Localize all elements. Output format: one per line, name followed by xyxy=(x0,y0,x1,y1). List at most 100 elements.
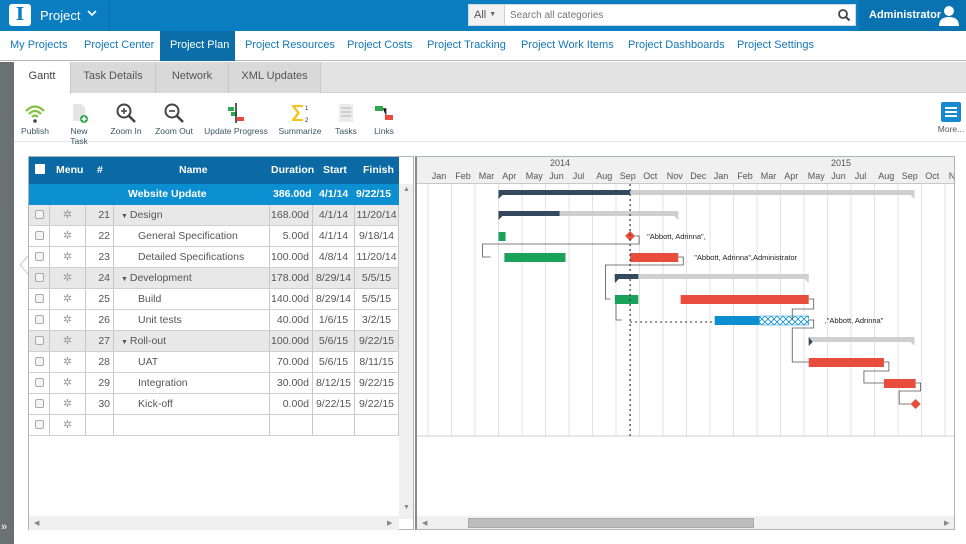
task-duration[interactable]: 100.00d xyxy=(270,331,313,351)
app-logo[interactable]: I xyxy=(9,4,31,26)
development-summary-bar-progress[interactable] xyxy=(614,274,639,279)
task-row[interactable]: ✲ 23 Detailed Specifications 100.00d 4/8/14 1… xyxy=(29,247,399,268)
task-start[interactable]: 5/6/15 xyxy=(313,331,355,351)
task-row[interactable]: ✲ 25 Build 140.00d 8/29/14 5/5/15 xyxy=(29,289,399,310)
tab-xml-updates[interactable]: XML Updates xyxy=(229,62,321,93)
collapse-toggle-icon[interactable]: ▼ xyxy=(121,276,130,283)
task-name[interactable]: ▼ Development xyxy=(114,268,270,288)
gear-icon[interactable]: ✲ xyxy=(50,226,86,246)
task-name[interactable]: ▼ Design xyxy=(114,205,270,225)
task-finish[interactable]: 11/20/14 xyxy=(355,205,399,225)
update-progress-button[interactable]: Update Progress xyxy=(204,102,268,136)
gear-icon[interactable]: ✲ xyxy=(50,352,86,372)
nav-project-work-items[interactable]: Project Work Items xyxy=(511,31,624,61)
gantt-horizontal-scrollbar[interactable]: ◀ ▶ xyxy=(417,516,954,529)
task-row[interactable]: ✲ 30 Kick-off 0.00d 9/22/15 9/22/15 xyxy=(29,394,399,415)
col-name-header[interactable]: Name xyxy=(179,164,208,176)
task-name[interactable]: Integration xyxy=(114,373,270,393)
task-start[interactable]: 5/6/15 xyxy=(313,352,355,372)
task-finish[interactable]: 8/11/15 xyxy=(355,352,399,372)
summarize-button[interactable]: 12 Summarize xyxy=(278,102,322,136)
task-duration[interactable]: 178.00d xyxy=(270,268,313,288)
task-row[interactable]: ✲ 29 Integration 30.00d 8/12/15 9/22/15 xyxy=(29,373,399,394)
app-title[interactable]: Project xyxy=(40,8,80,23)
task-name[interactable]: UAT xyxy=(114,352,270,372)
task-row[interactable]: ✲ 27 ▼ Roll-out 100.00d 5/6/15 9/22/15 xyxy=(29,331,399,352)
milestone-kickoff[interactable] xyxy=(910,399,921,409)
publish-button[interactable]: Publish xyxy=(20,102,50,136)
search-scope-select[interactable]: All ▼ xyxy=(469,5,505,25)
zoom-out-button[interactable]: Zoom Out xyxy=(154,102,194,136)
col-finish-header[interactable]: Finish xyxy=(363,164,394,176)
task-row[interactable]: ✲ 21 ▼ Design 168.00d 4/1/14 11/20/14 xyxy=(29,205,399,226)
task-row[interactable]: ✲ 22 General Specification 5.00d 4/1/14 9/18/… xyxy=(29,226,399,247)
task-name[interactable]: Detailed Specifications xyxy=(114,247,270,267)
nav-project-resources[interactable]: Project Resources xyxy=(235,31,345,61)
project-summary-row[interactable]: Website Update 386.00d 4/1/14 9/22/15 xyxy=(29,184,399,205)
task-row[interactable]: ✲ xyxy=(29,415,399,436)
more-button[interactable]: More... xyxy=(936,102,966,134)
scroll-up-icon[interactable]: ▲ xyxy=(403,186,410,193)
tab-network[interactable]: Network xyxy=(156,62,229,93)
tab-gantt[interactable]: Gantt xyxy=(14,62,71,94)
chevron-down-icon[interactable] xyxy=(86,7,98,22)
new-task-button[interactable]: New Task xyxy=(61,102,97,146)
grid-horizontal-scrollbar[interactable]: ◀ ▶ xyxy=(29,516,399,530)
task-bar-build[interactable] xyxy=(680,295,809,304)
task-finish[interactable] xyxy=(355,415,399,435)
gear-icon[interactable]: ✲ xyxy=(50,415,86,435)
task-start[interactable]: 8/29/14 xyxy=(313,268,355,288)
expand-sidebar-icon[interactable]: » xyxy=(1,521,7,533)
task-name[interactable]: Unit tests xyxy=(114,310,270,330)
gear-icon[interactable]: ✲ xyxy=(50,247,86,267)
task-finish[interactable]: 5/5/15 xyxy=(355,289,399,309)
task-duration[interactable]: 5.00d xyxy=(270,226,313,246)
task-start[interactable]: 1/6/15 xyxy=(313,310,355,330)
task-start[interactable]: 4/8/14 xyxy=(313,247,355,267)
task-finish[interactable]: 3/2/15 xyxy=(355,310,399,330)
task-duration[interactable]: 168.00d xyxy=(270,205,313,225)
col-menu-header[interactable]: Menu xyxy=(56,164,83,176)
col-start-header[interactable]: Start xyxy=(323,164,347,176)
select-all-checkbox[interactable] xyxy=(35,164,45,174)
task-name[interactable]: ▼ Roll-out xyxy=(114,331,270,351)
task-bar-integration[interactable] xyxy=(883,379,916,388)
row-checkbox[interactable] xyxy=(35,231,44,240)
gear-icon[interactable]: ✲ xyxy=(50,373,86,393)
task-bar-build-done[interactable] xyxy=(614,295,639,304)
nav-project-costs[interactable]: Project Costs xyxy=(337,31,422,61)
nav-project-plan[interactable]: Project Plan xyxy=(160,31,235,61)
collapse-toggle-icon[interactable]: ▼ xyxy=(121,213,130,220)
task-duration[interactable]: 100.00d xyxy=(270,247,313,267)
task-start[interactable]: 8/29/14 xyxy=(313,289,355,309)
row-checkbox[interactable] xyxy=(35,420,44,429)
project-summary-bar-progress[interactable] xyxy=(498,190,631,195)
task-duration[interactable]: 0.00d xyxy=(270,394,313,414)
row-checkbox[interactable] xyxy=(35,273,44,282)
task-name[interactable]: Build xyxy=(114,289,270,309)
task-start[interactable]: 9/22/15 xyxy=(313,394,355,414)
gear-icon[interactable]: ✲ xyxy=(50,310,86,330)
collapse-toggle-icon[interactable]: ▼ xyxy=(121,339,130,346)
task-start[interactable] xyxy=(313,415,355,435)
task-finish[interactable]: 11/20/14 xyxy=(355,247,399,267)
task-start[interactable]: 4/1/14 xyxy=(313,226,355,246)
scroll-left-icon[interactable]: ◀ xyxy=(34,519,39,527)
links-button[interactable]: Links xyxy=(372,102,396,136)
task-duration[interactable]: 140.00d xyxy=(270,289,313,309)
row-checkbox[interactable] xyxy=(35,294,44,303)
gear-icon[interactable]: ✲ xyxy=(50,268,86,288)
scrollbar-thumb[interactable] xyxy=(468,518,754,528)
row-checkbox[interactable] xyxy=(35,336,44,345)
row-checkbox[interactable] xyxy=(35,315,44,324)
task-name[interactable]: Kick-off xyxy=(114,394,270,414)
gear-icon[interactable]: ✲ xyxy=(50,394,86,414)
task-bar-general-spec[interactable] xyxy=(498,232,506,241)
user-menu[interactable]: Administrator xyxy=(859,0,966,31)
task-bar-unit-tests-remaining[interactable] xyxy=(759,315,809,326)
task-bar-detailed-spec[interactable] xyxy=(630,253,679,262)
scroll-right-icon[interactable]: ▶ xyxy=(387,519,392,527)
col-num-header[interactable]: # xyxy=(97,164,103,176)
task-bar-detailed-spec-done[interactable] xyxy=(504,253,566,262)
scroll-left-icon[interactable]: ◀ xyxy=(422,519,427,527)
